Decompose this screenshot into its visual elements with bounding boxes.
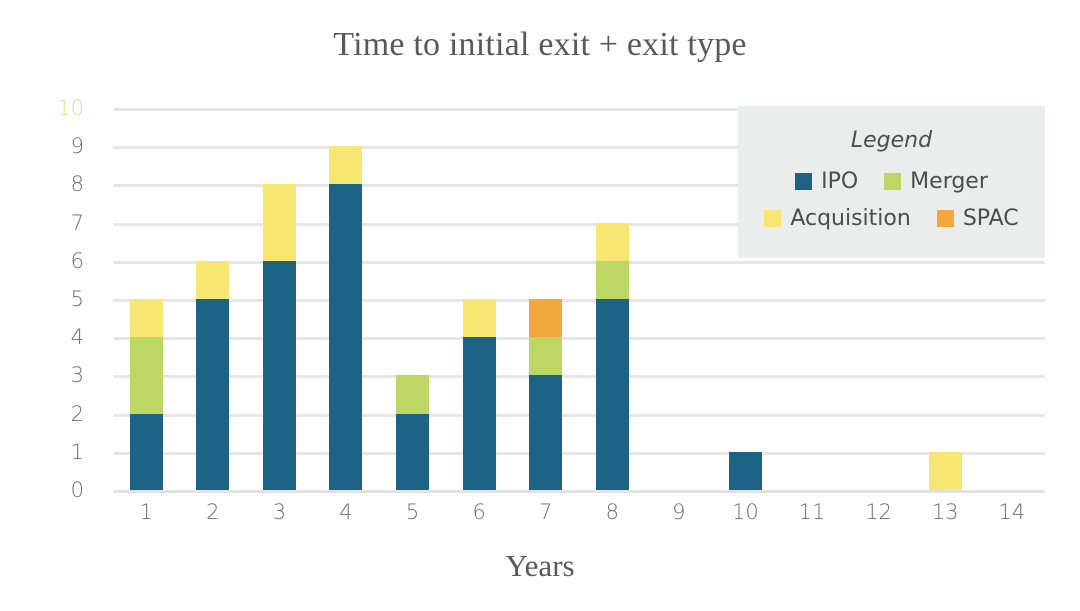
bar-group[interactable] bbox=[113, 299, 180, 490]
bar-segment[interactable] bbox=[396, 375, 430, 414]
bar-group[interactable] bbox=[180, 260, 247, 490]
y-axis-tick-label: 6 bbox=[70, 248, 84, 273]
legend-item-spac[interactable]: SPAC bbox=[936, 206, 1019, 231]
bar-segment[interactable] bbox=[129, 413, 163, 490]
bar-segment[interactable] bbox=[462, 299, 496, 338]
x-axis-tick-label: 12 bbox=[865, 500, 892, 524]
x-axis-tick-label: 4 bbox=[339, 500, 353, 524]
x-axis-tick-label: 10 bbox=[732, 500, 759, 524]
x-axis-tick-label: 9 bbox=[672, 500, 686, 524]
legend-swatch-icon bbox=[936, 210, 954, 227]
legend-label: Merger bbox=[910, 169, 988, 194]
legend-item-merger[interactable]: Merger bbox=[884, 169, 988, 194]
bar-segment[interactable] bbox=[529, 375, 563, 490]
y-axis-tick-label: 2 bbox=[70, 401, 84, 426]
x-axis-tick-label: 2 bbox=[206, 500, 220, 524]
bar-segment[interactable] bbox=[196, 260, 230, 299]
legend-item-acquisition[interactable]: Acquisition bbox=[764, 206, 911, 231]
x-axis-tick-label: 11 bbox=[798, 500, 826, 524]
legend-label: Acquisition bbox=[790, 206, 911, 231]
legend-label: IPO bbox=[821, 169, 859, 194]
bar-segment[interactable] bbox=[595, 222, 629, 261]
x-axis-tick-label: 8 bbox=[605, 500, 619, 524]
bar-segment[interactable] bbox=[595, 260, 629, 299]
x-axis-tick-label: 7 bbox=[539, 500, 553, 524]
y-axis-tick-label: 10 bbox=[57, 96, 84, 120]
y-axis-tick-label: 7 bbox=[70, 210, 84, 235]
y-axis-tick-label: 9 bbox=[70, 134, 84, 159]
x-axis-tick-label: 6 bbox=[472, 500, 486, 524]
bar-segment[interactable] bbox=[329, 146, 363, 185]
x-axis-title: Years bbox=[505, 548, 575, 583]
bar-group[interactable] bbox=[579, 222, 646, 490]
bar-segment[interactable] bbox=[262, 184, 296, 261]
bar-segment[interactable] bbox=[329, 184, 363, 490]
bar-segment[interactable] bbox=[262, 260, 296, 490]
legend-item-ipo[interactable]: IPO bbox=[795, 169, 858, 194]
bar-segment[interactable] bbox=[529, 299, 563, 338]
bar-group[interactable] bbox=[446, 299, 513, 490]
bar-segment[interactable] bbox=[462, 337, 496, 490]
legend-row: IPO Merger bbox=[754, 169, 1029, 194]
y-axis-tick-label: 3 bbox=[70, 363, 84, 388]
legend-rows: IPO Merger Acquisition SPAC bbox=[754, 169, 1029, 231]
x-axis-tick-label: 3 bbox=[272, 500, 287, 524]
bar-segment[interactable] bbox=[129, 337, 163, 414]
page-title: Time to initial exit + exit type bbox=[333, 26, 747, 63]
legend-title: Legend bbox=[850, 128, 933, 153]
bar-segment[interactable] bbox=[396, 413, 430, 490]
bar-segment[interactable] bbox=[529, 337, 563, 376]
y-axis-tick-label: 8 bbox=[70, 172, 84, 197]
x-axis-tick-label: 14 bbox=[998, 500, 1026, 524]
legend-swatch-icon bbox=[764, 210, 782, 227]
x-axis-labels: 1 2 3 4 5 6 7 8 9 10 11 12 13 14 bbox=[113, 500, 1045, 540]
bar-group[interactable] bbox=[379, 375, 446, 490]
legend-swatch-icon bbox=[795, 173, 813, 190]
legend-swatch-icon bbox=[884, 173, 902, 190]
x-axis-tick-label: 13 bbox=[931, 500, 959, 524]
x-axis-tick-label: 5 bbox=[405, 500, 420, 524]
bar-group[interactable] bbox=[313, 146, 380, 490]
chart-canvas: Time to initial exit + exit type 0123456… bbox=[0, 0, 1080, 611]
legend-row: Acquisition SPAC bbox=[754, 206, 1029, 231]
legend-label: SPAC bbox=[962, 206, 1019, 231]
legend-box: Legend IPO Merger Acquisition SPAC bbox=[738, 106, 1045, 258]
y-axis-labels: 0 1 2 3 4 5 6 7 8 9 10 bbox=[0, 0, 113, 611]
bar-group[interactable] bbox=[512, 299, 579, 490]
bar-group[interactable] bbox=[712, 451, 779, 490]
y-axis-tick-label: 5 bbox=[70, 287, 84, 311]
x-axis-tick-label: 1 bbox=[139, 500, 153, 524]
y-axis-tick-label: 1 bbox=[70, 439, 84, 464]
y-axis-tick-label: 4 bbox=[70, 325, 84, 350]
bar-segment[interactable] bbox=[196, 299, 230, 490]
y-axis-tick-label: 0 bbox=[70, 478, 84, 502]
bar-segment[interactable] bbox=[728, 451, 762, 490]
bar-segment[interactable] bbox=[928, 451, 962, 490]
bar-group[interactable] bbox=[246, 184, 313, 490]
bar-segment[interactable] bbox=[129, 299, 163, 338]
bar-segment[interactable] bbox=[595, 299, 629, 490]
bar-group[interactable] bbox=[912, 451, 979, 490]
